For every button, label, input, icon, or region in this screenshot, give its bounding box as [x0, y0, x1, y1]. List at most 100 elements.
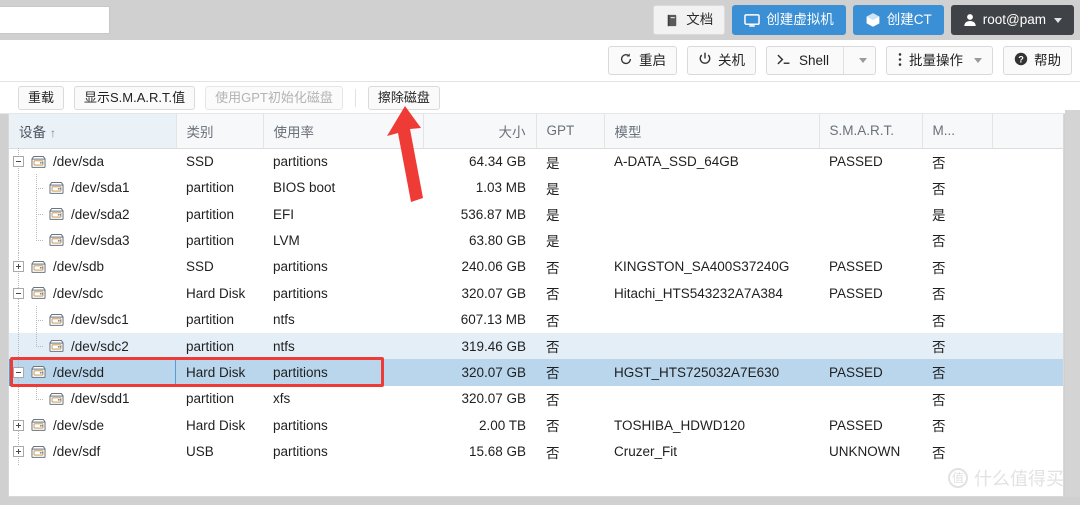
table-row[interactable]: /dev/sdc2 partition ntfs 319.46 GB 否否	[9, 332, 1063, 361]
tree-gutter	[9, 173, 27, 202]
tree-expand-icon[interactable]	[12, 446, 24, 458]
cell-device[interactable]: /dev/sde	[9, 411, 176, 440]
docs-button-label: 文档	[686, 12, 714, 28]
toolbar-separator	[354, 88, 356, 107]
chevron-down-icon	[859, 58, 867, 63]
tree-gutter	[9, 437, 27, 466]
vertical-scrollbar[interactable]	[1065, 110, 1080, 505]
disks-grid[interactable]: 设备 ↑ 类别 使用率 大小 GPT 模型 S.M.A.R.T. M... /de…	[8, 114, 1064, 497]
top-bar: 文档 创建虚拟机 创建CT root@pam	[0, 0, 1080, 40]
cell-pad	[992, 438, 1063, 465]
cell-type: partition	[176, 200, 263, 228]
shell-button[interactable]: Shell	[765, 46, 876, 75]
table-row[interactable]: /dev/sda2 partition EFI 536.87 MB 是是	[9, 200, 1063, 229]
table-body: /dev/sda SSD partitions 64.34 GB 是 A-DATA_SSD…	[9, 147, 1063, 466]
disk-toolbar: 重载 显示S.M.A.R.T.值 使用GPT初始化磁盘 擦除磁盘	[0, 82, 1080, 114]
table-row[interactable]: /dev/sdf USB partitions 15.68 GB 否 Cruzer_Fit…	[9, 437, 1063, 466]
table-row[interactable]: /dev/sdc Hard Disk partitions 320.07 GB 否 Hit…	[9, 279, 1063, 308]
col-header-model[interactable]: 模型	[604, 114, 820, 149]
col-header-device[interactable]: 设备 ↑	[9, 114, 177, 149]
col-header-mounted[interactable]: M...	[922, 114, 993, 149]
cell-device[interactable]: /dev/sdd1	[9, 384, 176, 413]
cell-device[interactable]: /dev/sda	[9, 147, 176, 176]
tree-collapse-icon[interactable]	[12, 366, 24, 378]
cell-model: TOSHIBA_HDWD120	[604, 412, 819, 439]
shell-dropdown-toggle[interactable]	[851, 47, 875, 74]
table-row[interactable]: /dev/sda SSD partitions 64.34 GB 是 A-DATA_SSD…	[9, 147, 1063, 176]
cell-device[interactable]: /dev/sdf	[9, 437, 176, 466]
cell-gpt: 是	[536, 174, 604, 201]
bulk-actions-button[interactable]: 批量操作	[886, 46, 993, 75]
cell-device[interactable]: /dev/sdd	[9, 358, 176, 387]
monitor-icon	[744, 13, 761, 28]
tree-expand-icon[interactable]	[12, 261, 24, 273]
cell-gpt: 否	[536, 280, 604, 307]
cell-usage: partitions	[263, 438, 423, 465]
cell-type: partition	[176, 227, 263, 254]
cell-gpt: 是	[536, 148, 604, 175]
show-smart-button[interactable]: 显示S.M.A.R.T.值	[74, 85, 196, 110]
table-row[interactable]: /dev/sda3 partition LVM 63.80 GB 是 否	[9, 226, 1063, 255]
tree-collapse-icon[interactable]	[12, 287, 24, 299]
table-row[interactable]: /dev/sdb SSD partitions 240.06 GB 否 KINGSTON_…	[9, 252, 1063, 281]
cell-type: SSD	[176, 253, 263, 281]
cell-pad	[992, 253, 1063, 281]
shutdown-button[interactable]: 关机	[686, 46, 756, 75]
shell-button-divider	[843, 47, 844, 74]
cell-size: 240.06 GB	[423, 253, 536, 281]
docs-button[interactable]: 文档	[653, 5, 726, 35]
tree-gutter	[9, 279, 27, 308]
cell-mounted: 否	[922, 332, 992, 360]
search-box[interactable]	[0, 6, 110, 34]
cell-size: 2.00 TB	[423, 412, 536, 439]
cell-model	[604, 306, 819, 333]
cell-device[interactable]: /dev/sda3	[9, 226, 176, 255]
col-header-smart[interactable]: S.M.A.R.T.	[819, 114, 923, 149]
user-menu-button[interactable]: root@pam	[950, 5, 1074, 35]
table-row[interactable]: /dev/sdc1 partition ntfs 607.13 MB 否否	[9, 305, 1063, 334]
help-button[interactable]: ? 帮助	[1003, 46, 1072, 75]
cell-device[interactable]: /dev/sda2	[9, 200, 176, 229]
col-header-usage[interactable]: 使用率	[263, 114, 424, 149]
tree-collapse-icon[interactable]	[12, 156, 24, 167]
table-row[interactable]: /dev/sdd1 partition xfs 320.07 GB 否否	[9, 384, 1063, 413]
reload-button[interactable]: 重载	[18, 85, 65, 110]
cell-mounted: 否	[922, 227, 992, 254]
cell-model: KINGSTON_SA400S37240G	[604, 253, 819, 281]
table-row[interactable]: /dev/sda1 partition BIOS boot 1.03 MB 是 否	[9, 173, 1063, 202]
cell-smart: PASSED	[819, 280, 922, 307]
cell-gpt: 否	[536, 306, 604, 333]
tree-gutter	[9, 147, 27, 176]
cell-usage: ntfs	[263, 306, 423, 333]
cell-device[interactable]: /dev/sdc	[9, 279, 176, 308]
tree-gutter	[9, 358, 27, 387]
col-header-gpt[interactable]: GPT	[536, 114, 605, 149]
create-vm-button[interactable]: 创建虚拟机	[732, 5, 846, 35]
tree-expand-icon[interactable]	[12, 419, 24, 431]
disk-icon	[45, 386, 67, 412]
cell-device[interactable]: /dev/sdc2	[9, 332, 176, 361]
table-row[interactable]: /dev/sdd Hard Disk partitions 320.07 GB 否 HGS…	[9, 358, 1063, 387]
reboot-button[interactable]: 重启	[607, 46, 677, 75]
cell-size: 536.87 MB	[423, 200, 536, 228]
col-header-type[interactable]: 类别	[176, 114, 264, 149]
device-name: /dev/sda1	[71, 180, 130, 196]
cell-mounted: 否	[922, 174, 992, 201]
cell-device[interactable]: /dev/sda1	[9, 173, 176, 202]
cell-mounted: 否	[922, 438, 992, 465]
create-ct-button[interactable]: 创建CT	[852, 5, 944, 35]
cell-model: HGST_HTS725032A7E630	[604, 359, 819, 386]
cell-device[interactable]: /dev/sdc1	[9, 305, 176, 334]
table-header-row: 设备 ↑ 类别 使用率 大小 GPT 模型 S.M.A.R.T. M...	[9, 114, 1063, 149]
cell-device[interactable]: /dev/sdb	[9, 252, 176, 281]
tree-gutter	[9, 411, 27, 440]
col-header-size[interactable]: 大小	[423, 114, 537, 149]
search-input[interactable]	[0, 7, 109, 33]
device-name: /dev/sdf	[53, 444, 101, 460]
chevron-down-icon	[1054, 17, 1062, 23]
cell-usage: partitions	[263, 280, 423, 307]
wipe-disk-button[interactable]: 擦除磁盘	[367, 85, 440, 110]
table-row[interactable]: /dev/sde Hard Disk partitions 2.00 TB 否 TOSHI…	[9, 411, 1063, 440]
user-menu-label: root@pam	[982, 12, 1046, 28]
cell-size: 320.07 GB	[423, 280, 536, 307]
